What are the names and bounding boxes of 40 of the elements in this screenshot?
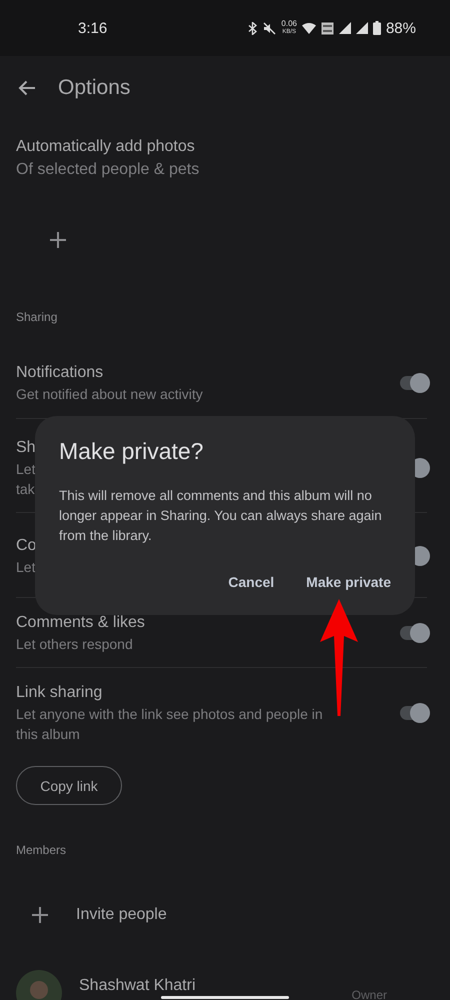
dialog-title: Make private? <box>59 437 204 466</box>
toggle-switch[interactable] <box>398 622 430 644</box>
member-role: Owner <box>352 987 388 1000</box>
toggle-switch[interactable] <box>398 702 430 724</box>
invite-people-link[interactable]: Invite people <box>76 906 167 924</box>
section-heading: Members <box>15 842 66 859</box>
dialog-message: This will remove all comments and this album will no longer appear in Sharing. You can always share again from the library. <box>59 487 383 545</box>
toggle-switch[interactable] <box>398 372 430 394</box>
setting-description: Get notified about new activity <box>16 385 203 404</box>
signal-icon <box>356 22 368 34</box>
setting-description: tak <box>16 480 35 498</box>
setting-description: Let anyone with the link see photos and people in this album <box>16 705 324 744</box>
sim-icon <box>320 22 334 34</box>
setting-description: Of selected people & pets <box>16 160 200 180</box>
copy-link-button[interactable]: Copy link <box>16 766 122 805</box>
battery-level: 88% <box>386 20 416 36</box>
section-heading: Sharing <box>15 309 58 326</box>
dialog-button[interactable]: Cancel <box>216 565 286 599</box>
setting-title: Link sharing <box>16 683 102 703</box>
add-icon[interactable] <box>31 906 49 924</box>
setting-title: Co <box>16 536 36 556</box>
setting-description: Let <box>16 558 36 577</box>
signal-icon <box>338 22 351 34</box>
muted-icon <box>263 22 276 34</box>
screen-title: Options <box>58 76 130 100</box>
add-icon[interactable] <box>49 231 67 249</box>
setting-title: Sh <box>16 438 36 458</box>
back-icon[interactable] <box>18 80 36 96</box>
clock: 3:16 <box>78 20 108 36</box>
setting-description: Let <box>16 460 36 478</box>
dialog-button[interactable]: Make private <box>294 565 403 599</box>
battery-icon <box>372 21 381 35</box>
bluetooth-icon <box>248 22 258 34</box>
member-name: Shashwat Khatri <box>79 977 196 995</box>
setting-description: Let others respond <box>16 634 133 654</box>
wifi-icon <box>302 22 316 34</box>
setting-title: Notifications <box>16 363 104 383</box>
setting-title: Automatically add photos <box>16 137 195 157</box>
setting-title: Comments & likes <box>16 612 145 632</box>
data-rate: 0.06 <box>281 20 297 28</box>
